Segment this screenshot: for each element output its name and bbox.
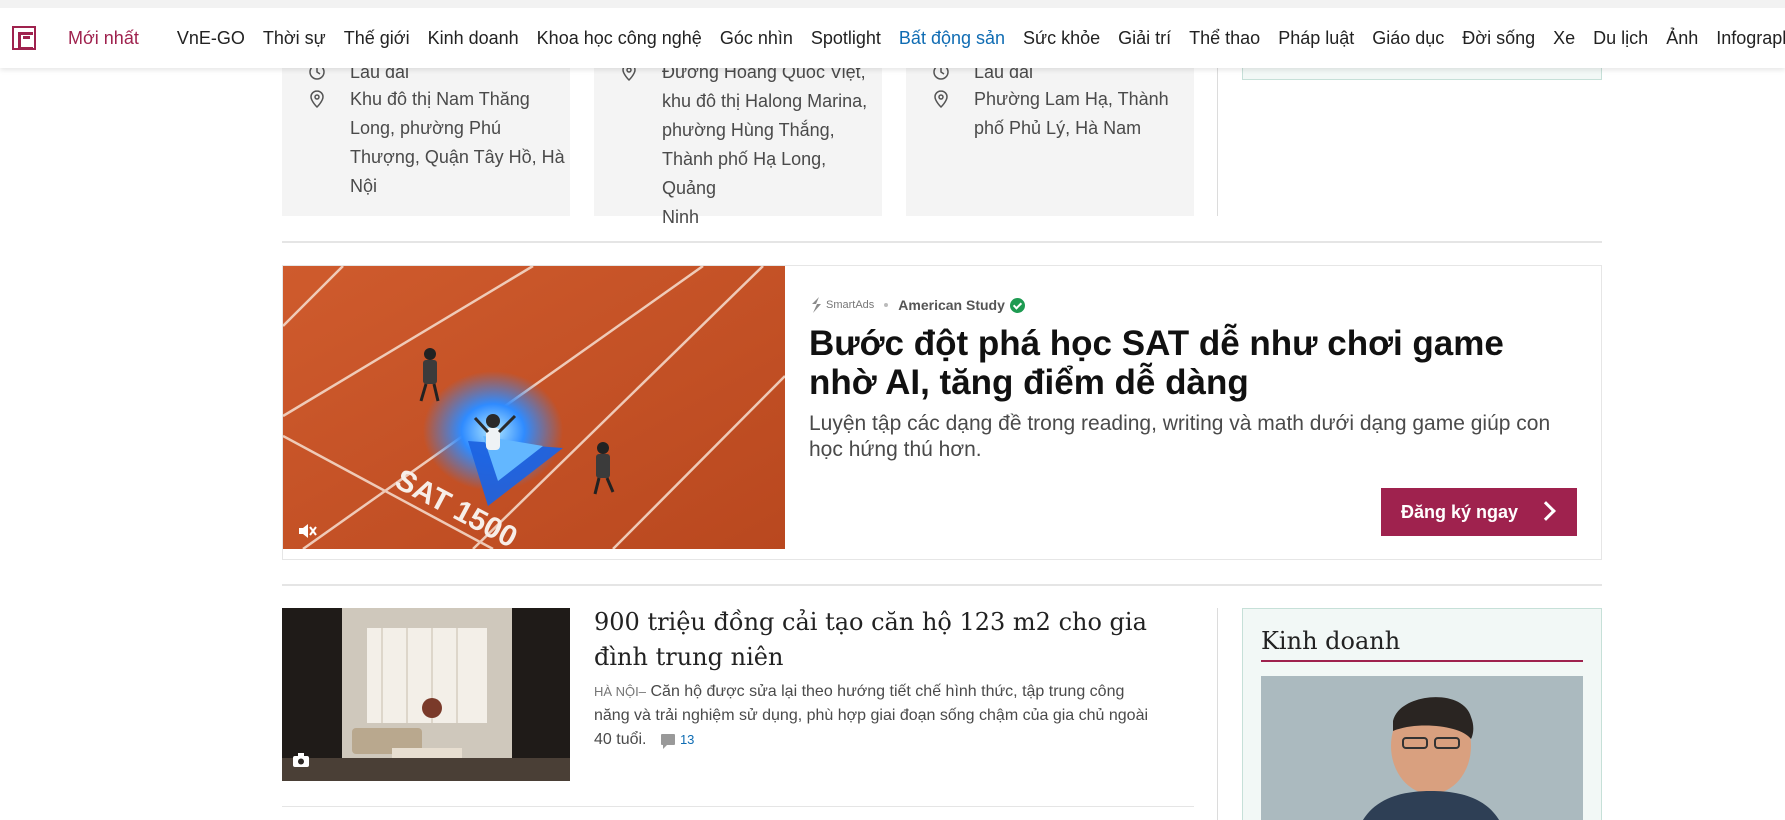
meta-dot (884, 303, 889, 307)
section-divider (282, 584, 1602, 586)
nav-item[interactable]: Thể thao (1189, 28, 1260, 49)
section-divider (282, 241, 1602, 243)
top-navigation: Mới nhất VnE-GO Thời sự Thế giới Kinh doanh… (0, 0, 1785, 68)
nav-latest-news[interactable]: Mới nhất (68, 28, 139, 49)
project-address: Phường Lam Hạ, Thành phố Phủ Lý, Hà Nam (974, 85, 1169, 143)
ad-video-thumbnail[interactable]: SAT 1500 (283, 266, 785, 549)
camera-icon (293, 753, 309, 767)
article-summary: Căn hộ được sửa lại theo hướng tiết chế … (594, 683, 1149, 748)
article-description: HÀ NỘI– Căn hộ được sửa lại theo hướng t… (594, 680, 1164, 752)
comment-icon[interactable] (660, 734, 675, 749)
address-line: Thành phố Hạ Long, Quảng (662, 149, 827, 198)
nav-item[interactable]: Ảnh (1666, 28, 1698, 49)
article-divider (282, 806, 1194, 807)
address-line: Ninh (662, 207, 700, 227)
address-line: Nội (350, 176, 378, 196)
project-address-row: Khu đô thị Nam Thăng Long, phường Phú Th… (306, 85, 565, 201)
address-line: phố Phủ Lý, Hà Nam (974, 118, 1142, 138)
address-line: Phường Lam Hạ, Thành (974, 89, 1169, 109)
address-line: khu đô thị Halong Marina, (662, 91, 868, 111)
nav-menu: VnE-GO Thời sự Thế giới Kinh doanh Khoa học … (177, 28, 1785, 49)
project-address-row: Phường Lam Hạ, Thành phố Phủ Lý, Hà Nam (930, 85, 1169, 143)
nav-item[interactable]: VnE-GO (177, 28, 245, 49)
location-dash: – (638, 684, 647, 699)
sponsored-ad[interactable]: SAT 1500 SmartAds American Study Bước độ… (282, 265, 1602, 560)
nav-item[interactable]: Giải trí (1118, 28, 1171, 49)
project-address: Đường Hoàng Quốc Việt, khu đô thị Halong… (662, 58, 882, 232)
nav-item[interactable]: Sức khỏe (1023, 28, 1100, 49)
article-image (282, 608, 570, 781)
project-card[interactable]: Lâu dài Khu đô thị Nam Thăng Long, phườn… (282, 58, 570, 216)
location-pin-icon (310, 90, 324, 109)
address-line: Khu đô thị Nam Thăng (350, 89, 530, 109)
verified-badge-icon (1009, 297, 1025, 313)
smartads-logo-icon (812, 297, 821, 313)
chevron-right-icon (1536, 501, 1556, 521)
column-divider (1217, 608, 1218, 820)
nav-item[interactable]: Thế giới (344, 28, 410, 49)
nav-item[interactable]: Đời sống (1462, 28, 1535, 49)
nav-item[interactable]: Kinh doanh (428, 28, 519, 49)
ad-image-illustration: SAT 1500 (283, 266, 785, 549)
nav-item[interactable]: Khoa học công nghệ (537, 28, 702, 49)
nav-item[interactable]: Du lịch (1593, 28, 1648, 49)
project-card[interactable]: Đường Hoàng Quốc Việt, khu đô thị Halong… (594, 58, 882, 227)
sidebar-section-title[interactable]: Kinh doanh (1261, 627, 1400, 655)
nav-item[interactable]: Thời sự (263, 28, 326, 49)
project-card[interactable]: Lâu dài Phường Lam Hạ, Thành phố Phủ Lý,… (906, 58, 1194, 216)
project-address-row: Đường Hoàng Quốc Việt, khu đô thị Halong… (618, 58, 882, 232)
ad-network: SmartAds (809, 296, 874, 314)
comment-count[interactable]: 13 (680, 732, 694, 747)
address-line: Thượng, Quận Tây Hồ, Hà (350, 147, 565, 167)
ad-description: Luyện tập các dạng đề trong reading, wri… (809, 412, 1551, 461)
column-divider (1217, 58, 1218, 216)
nav-item[interactable]: Infographic (1716, 28, 1785, 49)
nav-item[interactable]: Spotlight (811, 28, 881, 49)
address-line: Long, phường Phú (350, 118, 501, 138)
article-thumbnail[interactable] (282, 608, 570, 781)
sidebar-image[interactable] (1261, 676, 1583, 820)
article-location: HÀ NỘI (594, 684, 639, 699)
section-underline (1261, 660, 1583, 662)
nav-item[interactable]: Xe (1553, 28, 1575, 49)
ad-meta: SmartAds American Study (809, 296, 1025, 314)
register-button[interactable]: Đăng ký ngay (1381, 488, 1577, 536)
nav-item[interactable]: Bất động sản (899, 28, 1005, 49)
location-pin-icon (934, 90, 948, 109)
ad-sponsor[interactable]: American Study (898, 297, 1005, 313)
home-logo-icon[interactable] (12, 26, 36, 50)
register-button-label: Đăng ký ngay (1401, 501, 1519, 522)
project-address: Khu đô thị Nam Thăng Long, phường Phú Th… (350, 85, 565, 201)
mute-icon[interactable] (297, 522, 317, 540)
nav-item[interactable]: Góc nhìn (720, 28, 793, 49)
nav-item[interactable]: Giáo dục (1372, 28, 1444, 49)
nav-item[interactable]: Pháp luật (1278, 28, 1354, 49)
address-line: phường Hùng Thắng, (662, 120, 835, 140)
article-title[interactable]: 900 triệu đồng cải tạo căn hộ 123 m2 cho… (594, 605, 1154, 675)
portrait-image (1261, 676, 1583, 820)
sidebar-business: Kinh doanh (1242, 608, 1602, 820)
ad-title[interactable]: Bước đột phá học SAT dễ như chơi game nh… (809, 324, 1579, 402)
ad-network-label: SmartAds (826, 299, 875, 311)
